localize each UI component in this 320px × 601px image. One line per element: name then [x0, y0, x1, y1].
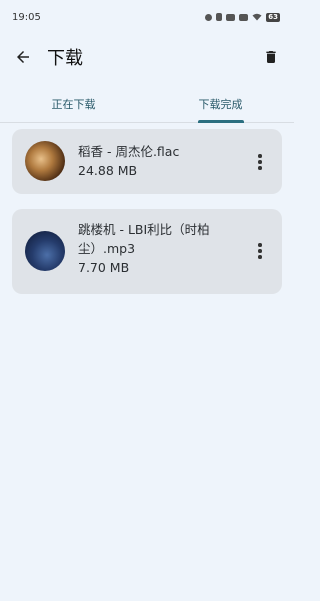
more-vert-icon — [258, 243, 262, 247]
download-size: 24.88 MB — [78, 163, 138, 178]
battery-level: 63 — [268, 12, 278, 21]
app-bar: 下载 — [0, 34, 294, 80]
signal-icon — [239, 13, 249, 21]
vibrate-icon — [216, 13, 223, 21]
more-vert-icon — [258, 255, 262, 259]
page-title: 下载 — [47, 48, 83, 69]
download-item[interactable]: 跳楼机 - LBI利比（时柏尘）.mp3 7.70 MB — [12, 209, 282, 294]
more-vert-icon — [258, 166, 262, 170]
arrow-back-icon — [17, 51, 29, 63]
tab-downloading[interactable]: 正在下载 — [0, 86, 147, 122]
more-vert-icon — [258, 154, 262, 158]
wifi-icon — [252, 13, 262, 21]
hd-icon — [226, 13, 236, 21]
download-title: 跳楼机 - LBI利比（时柏尘）.mp3 — [78, 222, 210, 256]
download-size: 7.70 MB — [78, 260, 130, 275]
download-item[interactable]: 稻香 - 周杰伦.flac 24.88 MB — [12, 129, 282, 194]
tab-bar: 正在下载 下载完成 — [0, 86, 294, 123]
battery-icon: 63 — [266, 12, 280, 22]
trash-icon — [266, 51, 276, 63]
shield-icon — [205, 13, 213, 21]
back-button[interactable] — [12, 46, 34, 68]
status-bar: 19:05 63 — [0, 0, 294, 34]
more-options-button[interactable] — [252, 241, 268, 261]
tab-downloading-label: 正在下载 — [51, 98, 96, 111]
more-vert-icon — [258, 160, 262, 164]
download-info: 跳楼机 - LBI利比（时柏尘）.mp3 7.70 MB — [78, 220, 244, 277]
delete-all-button[interactable] — [260, 46, 282, 68]
tab-completed[interactable]: 下载完成 — [147, 86, 294, 122]
album-art — [25, 141, 65, 181]
more-vert-icon — [258, 249, 262, 253]
download-info: 稻香 - 周杰伦.flac 24.88 MB — [78, 142, 244, 180]
status-icons: 63 — [205, 12, 280, 22]
tab-completed-label: 下载完成 — [198, 98, 243, 111]
more-options-button[interactable] — [252, 152, 268, 172]
status-time: 19:05 — [12, 11, 41, 23]
download-title: 稻香 - 周杰伦.flac — [78, 144, 180, 159]
album-art — [25, 231, 65, 271]
